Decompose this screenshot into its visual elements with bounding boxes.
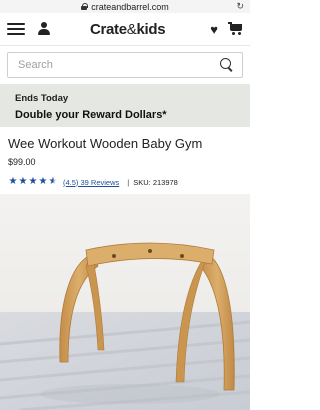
heart-icon[interactable]: ♥ <box>210 23 218 36</box>
lock-icon <box>81 3 89 10</box>
logo-main: Crate <box>89 20 127 38</box>
top-navigation: Crate&kids ♥ <box>0 13 250 46</box>
promo-eyebrow: Ends Today <box>15 93 69 104</box>
star-icon: ★ <box>18 176 28 187</box>
reload-icon[interactable]: ↻ <box>236 1 244 12</box>
cart-icon[interactable] <box>228 22 243 36</box>
product-sku: SKU: 213978 <box>133 177 178 187</box>
browser-url-bar[interactable]: crateandbarrel.com ↻ <box>0 0 250 13</box>
baby-gym-illustration <box>0 194 250 410</box>
reviews-link[interactable]: (4.5) 39 Reviews <box>63 178 119 187</box>
logo-amp: & <box>126 20 137 38</box>
product-title: Wee Workout Wooden Baby Gym <box>8 136 203 151</box>
rating-row: ★ ★ ★ ★ ★ (4.5) 39 Reviews | SKU: 213978 <box>8 177 250 187</box>
search-box[interactable] <box>7 52 243 78</box>
rating-stars[interactable]: ★ ★ ★ ★ ★ <box>8 177 58 187</box>
separator: | <box>127 177 130 187</box>
product-info: Wee Workout Wooden Baby Gym $99.00 ★ ★ ★ ★ ★… <box>0 127 250 187</box>
search-icon[interactable] <box>220 58 234 72</box>
menu-icon[interactable] <box>7 23 25 35</box>
star-icon: ★ <box>8 176 18 187</box>
star-icon: ★ <box>38 176 48 187</box>
search-area <box>0 46 250 84</box>
logo-tail: kids <box>136 20 166 38</box>
user-icon[interactable] <box>37 22 51 36</box>
product-image[interactable] <box>0 194 250 410</box>
promo-banner[interactable]: Ends Today Double your Reward Dollars* <box>0 84 250 127</box>
star-icon: ★ <box>28 176 38 187</box>
url-text: crateandbarrel.com <box>91 1 169 12</box>
promo-headline: Double your Reward Dollars* <box>15 109 167 121</box>
search-input[interactable] <box>18 59 220 71</box>
product-price: $99.00 <box>8 157 36 167</box>
star-icon: ★ <box>48 176 58 187</box>
site-logo[interactable]: Crate&kids <box>45 21 210 38</box>
